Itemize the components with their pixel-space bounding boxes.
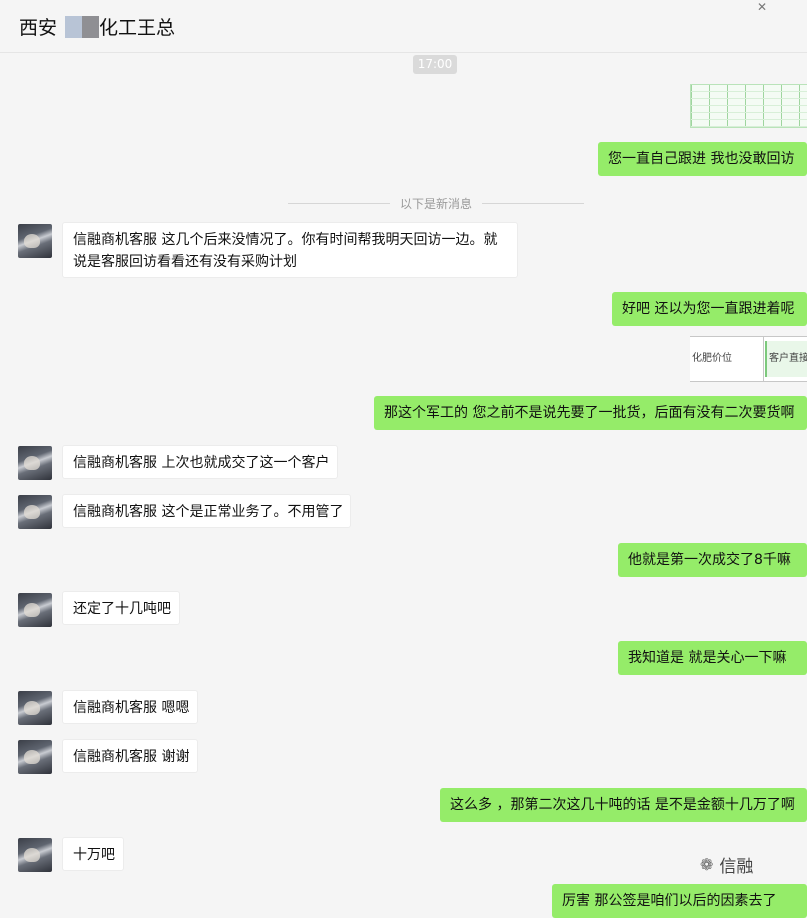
message-bubble-outgoing[interactable]: 厉害 那公签是咱们以后的因素去了 xyxy=(552,884,807,918)
wechat-icon: ❁ xyxy=(700,855,714,874)
divider-line xyxy=(482,202,585,204)
sheet-cell: 化肥价位 xyxy=(690,337,764,381)
watermark-text: 信融 xyxy=(719,857,754,877)
message-bubble-outgoing[interactable]: 我知道是 就是关心一下嘛 xyxy=(618,641,807,675)
message-bubble-outgoing[interactable]: 那这个军工的 您之前不是说先要了一批货，后面有没有二次要货啊 xyxy=(374,396,807,430)
message-bubble-incoming[interactable]: 信融商机客服 上次也就成交了这一个客户 xyxy=(62,445,338,479)
message-bubble-incoming[interactable]: 信融商机客服 这个是正常业务了。不用管了 xyxy=(62,494,351,528)
divider-line xyxy=(288,202,390,204)
avatar[interactable] xyxy=(18,446,52,480)
avatar[interactable] xyxy=(18,838,52,872)
avatar[interactable] xyxy=(18,224,52,258)
pin-icon[interactable]: ✕ xyxy=(757,0,767,14)
time-badge: 17:00 xyxy=(413,55,457,74)
message-bubble-outgoing[interactable]: 这么多 ，那第二次这几十吨的话 是不是金额十几万了啊 xyxy=(440,788,807,822)
message-bubble-outgoing[interactable]: 好吧 还以为您一直跟进着呢 xyxy=(612,292,807,326)
message-bubble-incoming[interactable]: 信融商机客服 这几个后来没情况了。你有时间帮我明天回访一边。就说是客服回访看看还… xyxy=(62,222,518,278)
chat-title-prefix: 西安 xyxy=(19,17,58,39)
new-messages-label: 以下是新消息 xyxy=(400,196,473,211)
sheet-cell: 客户直接联系 xyxy=(765,341,807,377)
message-bubble-incoming[interactable]: 还定了十几吨吧 xyxy=(62,591,180,625)
avatar[interactable] xyxy=(18,691,52,725)
spreadsheet-image-message[interactable] xyxy=(690,84,807,128)
message-bubble-outgoing[interactable]: 您一直自己跟进 我也没敢回访 xyxy=(598,142,807,176)
chat-title-suffix: 化工王总 xyxy=(99,17,176,39)
spreadsheet-image-message[interactable]: 化肥价位 客户直接联系 xyxy=(690,336,807,382)
message-bubble-incoming[interactable]: 十万吧 xyxy=(62,837,124,871)
avatar[interactable] xyxy=(18,593,52,627)
watermark: ❁ 信融 xyxy=(700,852,753,877)
avatar[interactable] xyxy=(18,495,52,529)
chat-title[interactable]: 西安 化工王总 xyxy=(19,13,175,40)
message-bubble-outgoing[interactable]: 他就是第一次成交了8千嘛 xyxy=(618,543,807,577)
chat-header: 西安 化工王总 ✕ xyxy=(0,0,807,53)
message-bubble-incoming[interactable]: 信融商机客服 嗯嗯 xyxy=(62,690,198,724)
avatar[interactable] xyxy=(18,740,52,774)
redacted-name-block xyxy=(65,15,100,38)
new-messages-divider: 以下是新消息 xyxy=(288,195,585,211)
message-bubble-incoming[interactable]: 信融商机客服 谢谢 xyxy=(62,739,198,773)
